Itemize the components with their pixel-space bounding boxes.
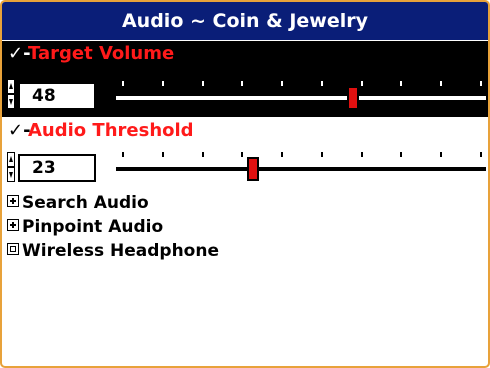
checkmark-icon: ✓- [8, 43, 31, 64]
expand-plus-icon[interactable] [7, 219, 19, 231]
slider-tick [400, 152, 403, 157]
menu-item-wireless-headphone[interactable]: Wireless Headphone [7, 240, 219, 262]
slider-tick [241, 152, 244, 157]
menu-item-label: Search Audio [22, 193, 149, 213]
menu-item-label: Pinpoint Audio [22, 217, 164, 237]
target-volume-value[interactable]: 48 [18, 82, 96, 110]
stepper-up-icon[interactable] [7, 79, 15, 94]
menu-item-search-audio[interactable]: Search Audio [7, 192, 149, 214]
setting-audio-threshold[interactable]: ✓-Audio Threshold [8, 119, 194, 143]
expand-plus-icon[interactable] [7, 195, 19, 207]
slider-tick [320, 81, 323, 86]
audio-threshold-slider-track[interactable] [116, 167, 486, 171]
slider-tick [201, 81, 204, 86]
audio-threshold-stepper[interactable] [7, 152, 15, 182]
menu-item-pinpoint-audio[interactable]: Pinpoint Audio [7, 216, 163, 238]
slider-tick [281, 81, 284, 86]
audio-threshold-label: Audio Threshold [28, 120, 194, 141]
audio-threshold-value[interactable]: 23 [18, 154, 96, 182]
stepper-up-icon[interactable] [7, 152, 15, 167]
checkmark-icon: ✓- [8, 120, 31, 141]
slider-tick [360, 152, 363, 157]
slider-tick [122, 152, 124, 157]
slider-tick [281, 152, 284, 157]
target-volume-label: Target Volume [28, 43, 175, 64]
slider-tick [201, 152, 204, 157]
slider-tick [161, 81, 164, 86]
menu-item-label: Wireless Headphone [22, 241, 219, 261]
settings-panel: Audio ~ Coin & Jewelry ✓-Target Volume 4… [0, 0, 490, 368]
page-title-text: Audio ~ Coin & Jewelry [121, 10, 369, 32]
slider-tick [360, 81, 363, 86]
target-volume-stepper[interactable] [7, 79, 15, 109]
slider-tick [480, 81, 482, 86]
slider-tick [440, 81, 443, 86]
slider-tick [440, 152, 443, 157]
slider-tick [400, 81, 403, 86]
slider-tick [480, 152, 482, 157]
stepper-down-icon[interactable] [7, 167, 15, 182]
slider-tick [320, 152, 323, 157]
stepper-down-icon[interactable] [7, 94, 15, 109]
page-title: Audio ~ Coin & Jewelry [2, 2, 488, 40]
slider-tick [122, 81, 124, 86]
setting-target-volume[interactable]: ✓-Target Volume [8, 42, 174, 66]
audio-threshold-slider-thumb[interactable] [246, 157, 259, 181]
slider-tick [241, 81, 244, 86]
target-volume-slider-track[interactable] [116, 96, 486, 100]
open-square-icon[interactable] [7, 243, 19, 255]
target-volume-slider-thumb[interactable] [346, 86, 359, 110]
slider-tick [161, 152, 164, 157]
